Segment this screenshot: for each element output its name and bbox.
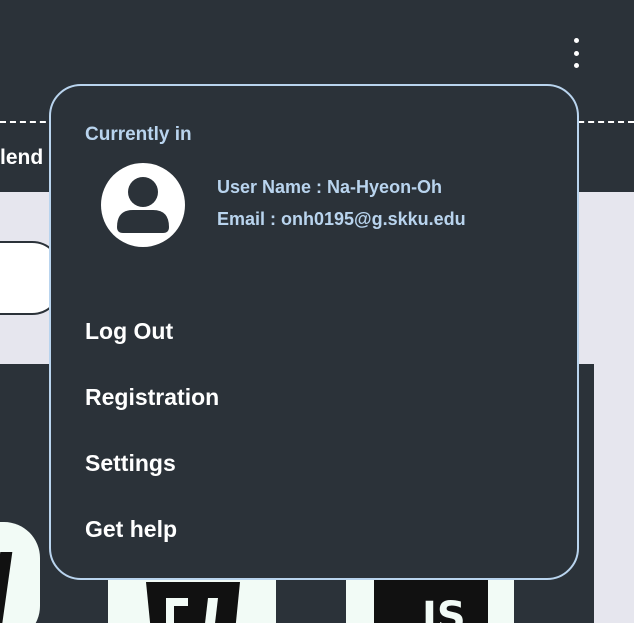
more-options-icon[interactable] — [566, 38, 586, 68]
account-dropdown-menu: Currently in User Name : Na-Hyeon-Oh Ema… — [49, 84, 579, 580]
kebab-dot — [573, 38, 579, 43]
kebab-dot — [573, 63, 579, 68]
user-avatar-icon — [101, 163, 185, 247]
settings-menu-item[interactable]: Settings — [85, 450, 176, 477]
js-logo-text: JS — [422, 594, 466, 623]
kebab-dot — [573, 50, 579, 56]
left-logo-mark — [0, 552, 13, 623]
background-right-strip — [594, 192, 634, 623]
get-help-menu-item[interactable]: Get help — [85, 516, 177, 543]
registration-menu-item[interactable]: Registration — [85, 384, 219, 411]
menu-heading: Currently in — [85, 124, 192, 145]
left-logo-card[interactable] — [0, 522, 40, 623]
user-name-text: User Name : Na-Hyeon-Oh — [217, 177, 443, 197]
user-info: User Name : Na-Hyeon-Oh Email : onh0195@… — [217, 171, 466, 235]
header-tab-label[interactable]: lend — [0, 146, 43, 170]
log-out-menu-item[interactable]: Log Out — [85, 318, 173, 345]
user-email-text: Email : onh0195@g.skku.edu — [217, 209, 466, 229]
app-screen: lend JS Currently in User Name: Na-Hyeo… — [0, 0, 634, 623]
